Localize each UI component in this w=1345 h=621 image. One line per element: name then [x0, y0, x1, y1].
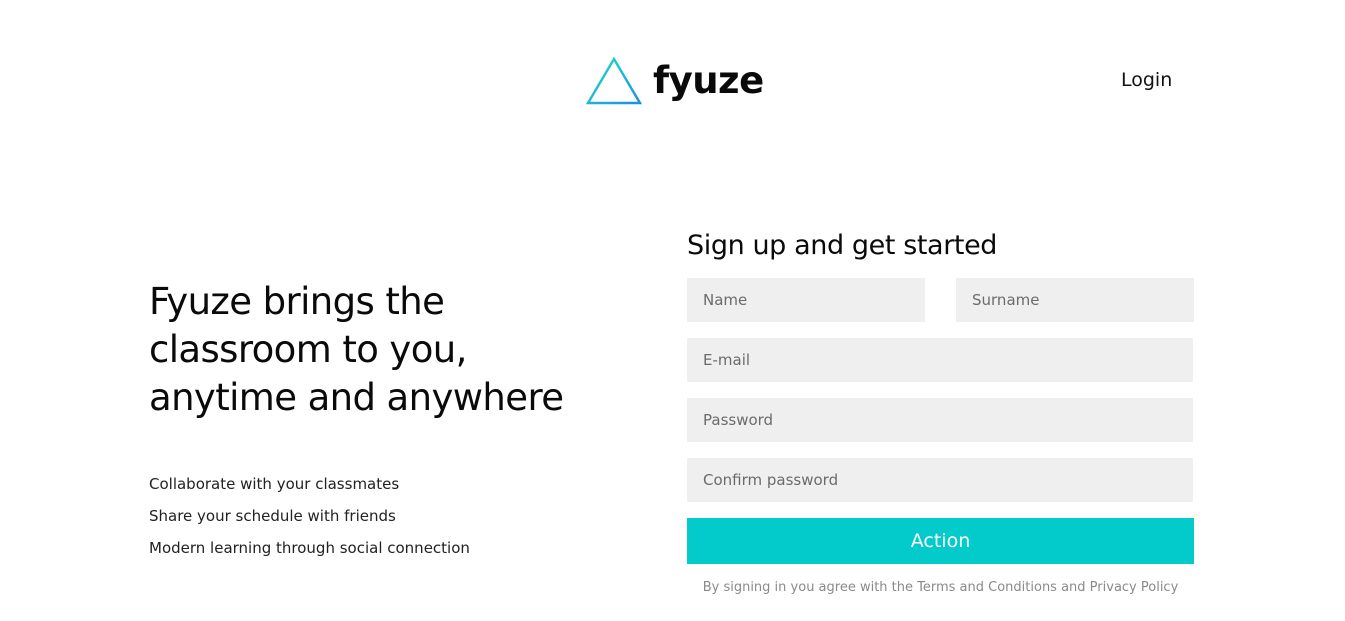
- hero-section: Fyuze brings the classroom to you, anyti…: [149, 278, 609, 422]
- feature-list: Collaborate with your classmates Share y…: [149, 468, 470, 564]
- confirm-password-row: [687, 458, 1194, 502]
- login-link[interactable]: Login: [1121, 66, 1172, 94]
- triangle-logo-icon: [585, 56, 643, 106]
- password-input[interactable]: [687, 398, 1193, 442]
- confirm-password-input[interactable]: [687, 458, 1193, 502]
- surname-input[interactable]: [956, 278, 1194, 322]
- email-row: [687, 338, 1194, 382]
- signup-page: fyuze Login Fyuze brings the classroom t…: [0, 0, 1345, 621]
- hero-title: Fyuze brings the classroom to you, anyti…: [149, 278, 609, 422]
- name-input[interactable]: [687, 278, 925, 322]
- hero-title-line: anytime and anywhere: [149, 376, 564, 419]
- feature-item: Modern learning through social connectio…: [149, 539, 470, 557]
- signup-title: Sign up and get started: [687, 230, 998, 261]
- feature-item: Share your schedule with friends: [149, 507, 396, 525]
- brand-name: fyuze: [653, 59, 764, 102]
- feature-item: Collaborate with your classmates: [149, 475, 400, 493]
- signup-form: Sign up and get started Action By signin…: [687, 228, 1194, 595]
- hero-title-line: classroom to you,: [149, 328, 467, 371]
- terms-notice: By signing in you agree with the Terms a…: [702, 580, 1179, 595]
- hero-title-line: Fyuze brings the: [149, 280, 445, 323]
- name-row: [687, 278, 1194, 322]
- password-row: [687, 398, 1194, 442]
- brand-logo[interactable]: fyuze: [585, 56, 764, 106]
- action-button[interactable]: Action: [687, 518, 1194, 564]
- email-input[interactable]: [687, 338, 1193, 382]
